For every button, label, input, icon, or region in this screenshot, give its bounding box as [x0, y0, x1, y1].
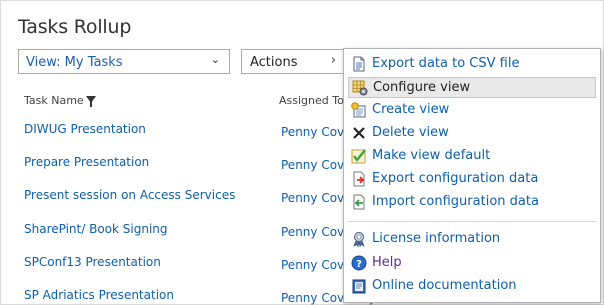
- csv-file-icon: [353, 56, 365, 72]
- menu-item-label: Import configuration data: [372, 194, 539, 209]
- menu-item-label: Export data to CSV file: [372, 56, 520, 71]
- checkmark-icon: [351, 149, 366, 164]
- actions-button[interactable]: Actions ›: [241, 49, 346, 74]
- task-link[interactable]: SPConf13 Presentation: [24, 255, 161, 269]
- book-icon: [352, 279, 366, 294]
- menu-separator: [348, 221, 596, 222]
- menu-item-help[interactable]: ? Help: [348, 253, 596, 274]
- actions-menu: Export data to CSV file Configure view C…: [343, 48, 601, 303]
- view-select[interactable]: View: My Tasks ⌄: [18, 49, 230, 74]
- task-link[interactable]: DIWUG Presentation: [24, 122, 146, 136]
- assigned-to-header-label: Assigned To: [279, 94, 344, 107]
- menu-item-export-config[interactable]: Export configuration data: [348, 169, 596, 190]
- actions-label: Actions: [250, 55, 298, 70]
- menu-item-export-csv[interactable]: Export data to CSV file: [348, 54, 596, 75]
- task-name-header-label: Task Name: [24, 94, 84, 107]
- task-link[interactable]: SP Adriatics Presentation: [24, 288, 174, 302]
- menu-item-label: Make view default: [372, 148, 491, 163]
- menu-item-make-default[interactable]: Make view default: [348, 146, 596, 167]
- menu-item-label: Delete view: [372, 125, 449, 140]
- chevron-down-icon: ⌄: [210, 53, 220, 66]
- create-view-icon: [351, 102, 366, 118]
- delete-icon: [353, 127, 365, 139]
- menu-item-online-docs[interactable]: Online documentation: [348, 276, 596, 297]
- menu-item-delete-view[interactable]: Delete view: [348, 123, 596, 144]
- task-link[interactable]: Prepare Presentation: [24, 155, 149, 169]
- filter-icon[interactable]: [85, 96, 96, 107]
- column-header-task-name[interactable]: Task Name: [24, 94, 96, 107]
- menu-item-configure-view[interactable]: Configure view: [348, 77, 596, 98]
- import-icon: [353, 194, 365, 210]
- help-icon: ?: [351, 255, 367, 271]
- configure-grid-icon: [352, 80, 368, 96]
- menu-item-label: Create view: [372, 102, 450, 117]
- menu-item-label: Online documentation: [372, 278, 517, 293]
- menu-item-label: License information: [372, 231, 501, 246]
- menu-item-import-config[interactable]: Import configuration data: [348, 192, 596, 213]
- task-link[interactable]: Present session on Access Services: [24, 188, 235, 202]
- task-link[interactable]: SharePint/ Book Signing: [24, 222, 168, 236]
- menu-item-license[interactable]: License information: [348, 229, 596, 250]
- export-icon: [353, 171, 365, 187]
- chevron-right-icon: ›: [330, 53, 336, 68]
- page-title: Tasks Rollup: [18, 16, 132, 38]
- license-icon: [353, 232, 365, 247]
- view-select-value: View: My Tasks: [26, 55, 123, 70]
- menu-item-label: Help: [372, 255, 402, 270]
- menu-item-label: Configure view: [373, 80, 471, 95]
- svg-text:?: ?: [356, 259, 362, 270]
- menu-item-label: Export configuration data: [372, 171, 539, 186]
- menu-item-create-view[interactable]: Create view: [348, 100, 596, 121]
